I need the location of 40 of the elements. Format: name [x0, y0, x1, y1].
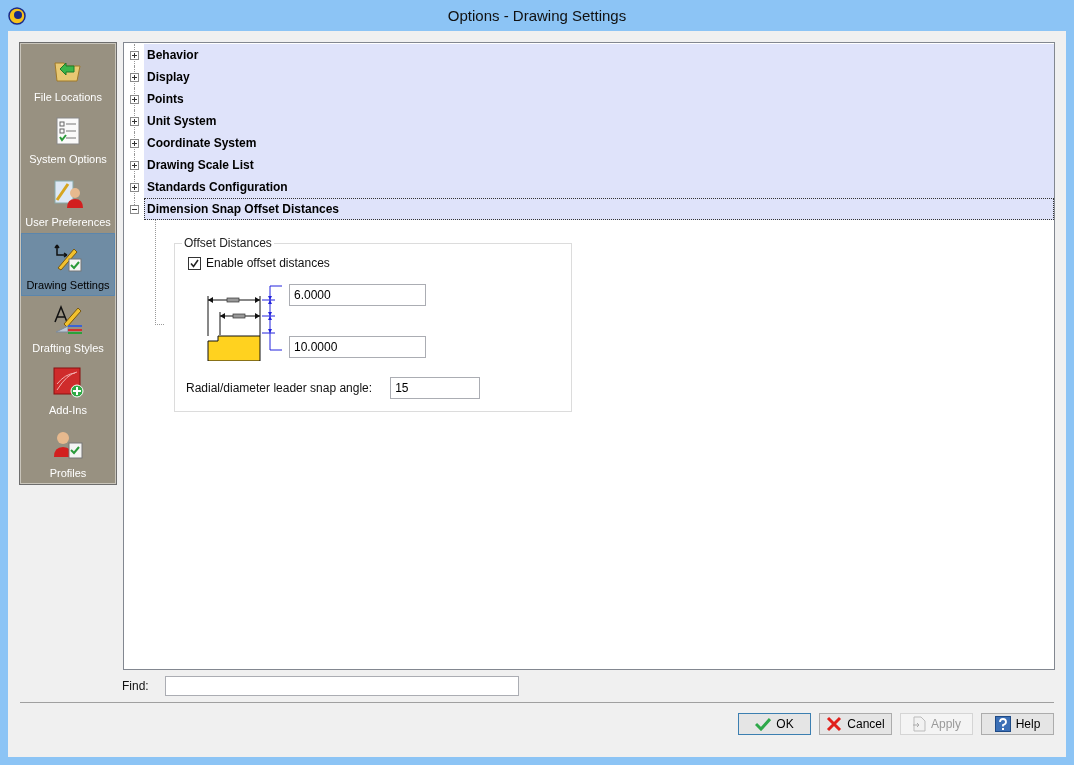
tree-item[interactable]: Drawing Scale List	[144, 154, 1054, 176]
expand-icon[interactable]	[129, 160, 139, 170]
collapse-icon[interactable]	[129, 204, 139, 214]
checkbox-label: Enable offset distances	[206, 256, 330, 270]
offset-input-field[interactable]: 10.0000	[289, 335, 426, 358]
cancel-button[interactable]: Cancel	[819, 713, 892, 735]
profile-icon	[52, 429, 84, 462]
tree-item[interactable]: Display	[144, 66, 1054, 88]
expand-icon[interactable]	[129, 94, 139, 104]
app-logo-icon	[8, 6, 26, 25]
window-title: Options - Drawing Settings	[446, 7, 628, 24]
drafting-styles-icon	[52, 303, 84, 336]
tree-item[interactable]: Coordinate System	[144, 132, 1054, 154]
add-in-icon	[52, 366, 84, 399]
tree-item[interactable]: Standards Configuration	[144, 176, 1054, 198]
expand-icon[interactable]	[129, 72, 139, 82]
expand-icon[interactable]	[129, 138, 139, 148]
tree-item[interactable]: Behavior	[144, 44, 1054, 66]
user-pencil-icon	[52, 178, 84, 211]
tree-item[interactable]: Dimension Snap Offset Distances	[144, 198, 1054, 220]
sidebar-item[interactable]: Drawing Settings	[21, 233, 115, 296]
help-button[interactable]: Help	[981, 713, 1054, 735]
close-icon	[826, 716, 843, 732]
snap-angle-label: Radial/diameter leader snap angle:	[186, 380, 373, 395]
ok-button[interactable]: OK	[738, 713, 811, 735]
checkmark-icon	[755, 717, 772, 731]
find-input-field[interactable]	[164, 676, 519, 696]
document-arrow-icon	[912, 716, 926, 732]
group-title: Offset Distances	[183, 236, 273, 250]
checkbox[interactable]	[188, 256, 201, 270]
snap-angle-input-field[interactable]: 15	[390, 376, 481, 399]
help-icon	[994, 716, 1011, 732]
expand-icon[interactable]	[129, 50, 139, 60]
check-icon	[190, 258, 199, 268]
expand-icon[interactable]	[129, 182, 139, 192]
offset-input-field[interactable]: 6.0000	[289, 283, 426, 306]
tree-item[interactable]: Points	[144, 88, 1054, 110]
expand-icon[interactable]	[129, 116, 139, 126]
tree-item[interactable]: Unit System	[144, 110, 1054, 132]
find-label: Find:	[122, 679, 149, 693]
